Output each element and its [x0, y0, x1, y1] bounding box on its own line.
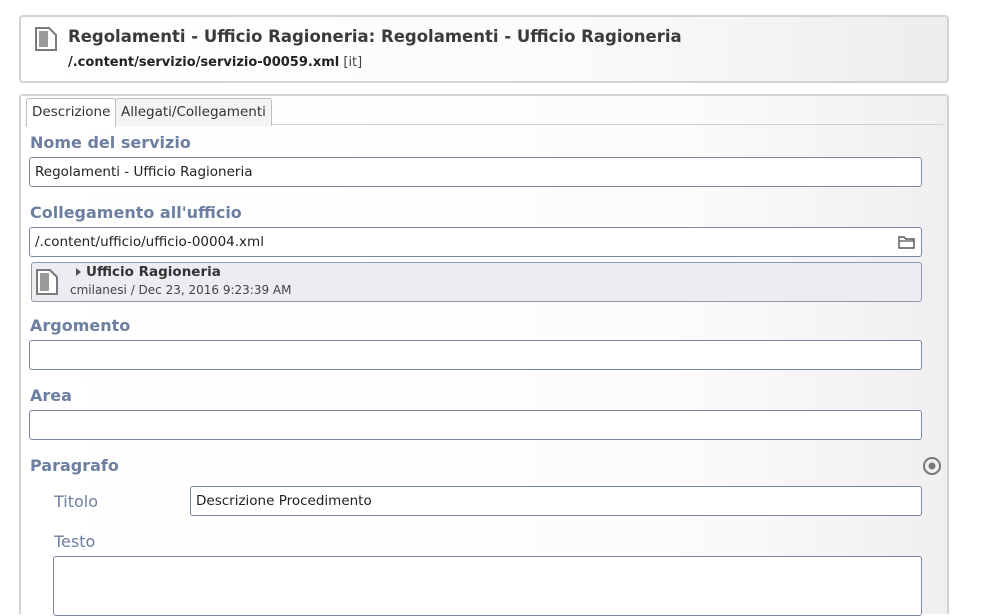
- field-label-titolo: Titolo: [54, 492, 99, 511]
- field-label-argomento: Argomento: [30, 316, 131, 335]
- resource-header: Regolamenti - Ufficio Ragioneria: Regola…: [19, 15, 949, 83]
- field-label-nome: Nome del servizio: [30, 133, 191, 152]
- tab-allegati-collegamenti[interactable]: Allegati/Collegamenti: [115, 98, 272, 126]
- expand-arrow-icon[interactable]: [76, 268, 81, 276]
- collegamento-ufficio-input[interactable]: /.content/ufficio/ufficio-00004.xml: [29, 227, 922, 257]
- nome-servizio-input[interactable]: Regolamenti - Ufficio Ragioneria: [29, 157, 922, 187]
- field-label-collegamento: Collegamento all'ufficio: [30, 203, 242, 222]
- linked-resource-title: Ufficio Ragioneria: [86, 264, 221, 280]
- resource-path: /.content/servizio/servizio-00059.xml [i…: [68, 55, 362, 70]
- argomento-input[interactable]: [29, 340, 922, 370]
- resource-title: Regolamenti - Ufficio Ragioneria: Regola…: [68, 27, 682, 46]
- tab-descrizione[interactable]: Descrizione: [26, 98, 117, 127]
- field-label-area: Area: [30, 386, 72, 405]
- area-input[interactable]: [29, 410, 922, 440]
- document-icon: [36, 269, 58, 295]
- field-label-testo: Testo: [54, 532, 96, 551]
- content-editor-form: Descrizione Allegati/Collegamenti Nome d…: [19, 94, 949, 616]
- linked-resource-preview[interactable]: Ufficio Ragioneria cmilanesi / Dec 23, 2…: [31, 262, 922, 302]
- paragrafo-testo-input[interactable]: [53, 556, 922, 616]
- field-label-paragrafo: Paragrafo: [30, 456, 119, 475]
- linked-resource-meta: cmilanesi / Dec 23, 2016 9:23:39 AM: [70, 283, 292, 297]
- target-icon[interactable]: [922, 456, 942, 476]
- collegamento-ufficio-value: /.content/ufficio/ufficio-00004.xml: [35, 234, 264, 250]
- resource-language: [it]: [343, 55, 363, 70]
- folder-icon[interactable]: [898, 235, 915, 249]
- paragrafo-titolo-input[interactable]: Descrizione Procedimento: [190, 486, 922, 516]
- document-icon: [35, 27, 57, 51]
- resource-path-value: /.content/servizio/servizio-00059.xml: [68, 55, 340, 70]
